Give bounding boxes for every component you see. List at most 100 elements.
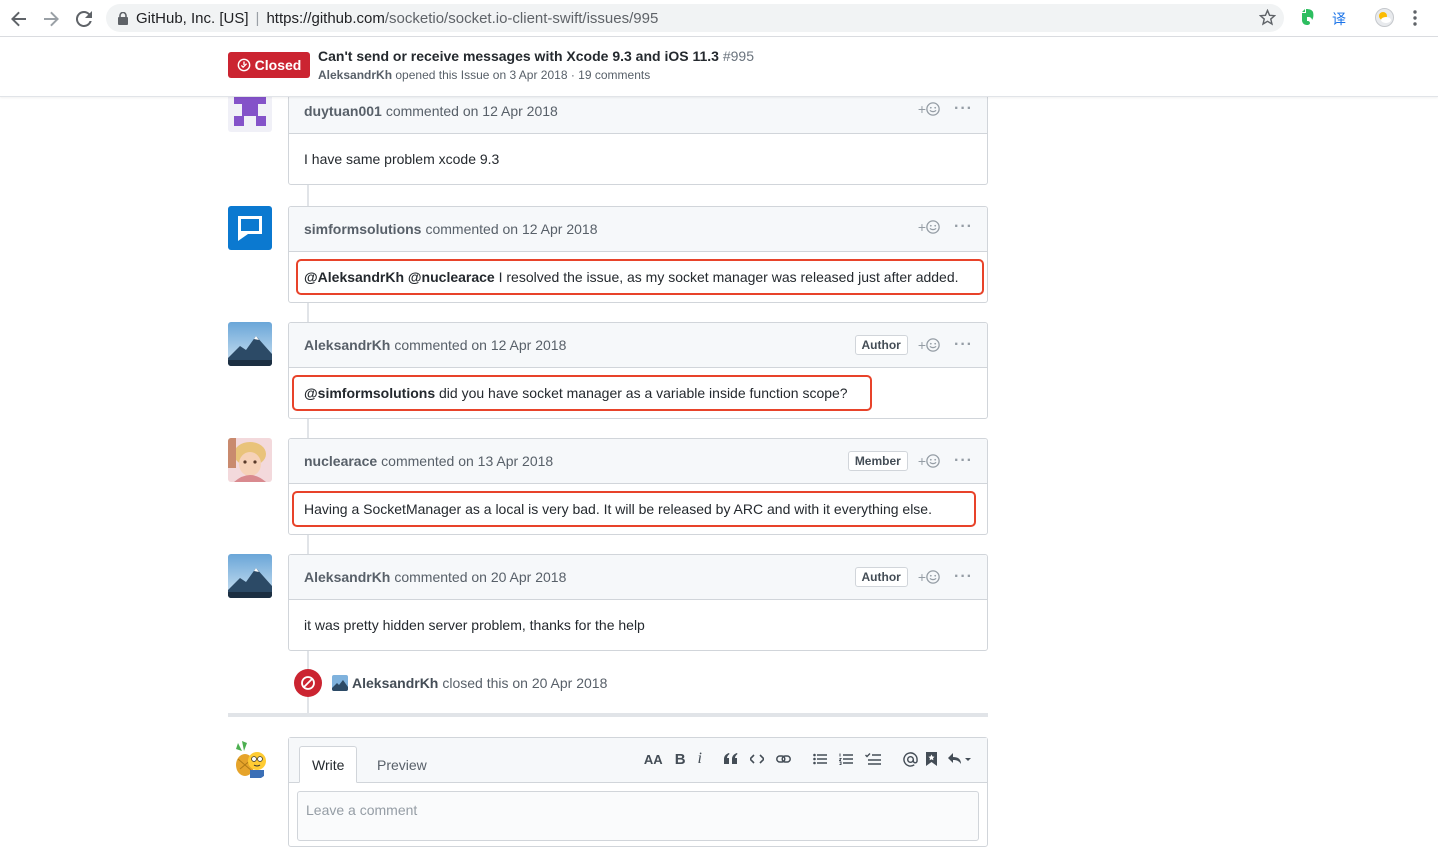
- site-identity: GitHub, Inc. [US]: [136, 9, 249, 27]
- bookmark-star-icon[interactable]: [1258, 8, 1277, 30]
- circle-slash-icon: [294, 669, 322, 697]
- avatar-aleksandrkh[interactable]: [228, 554, 272, 598]
- ordered-list-icon[interactable]: [839, 753, 853, 765]
- issue-sticky-header: Closed Can't send or receive messages wi…: [0, 37, 1438, 97]
- reload-icon: [76, 11, 92, 27]
- comment-header: AleksandrKh commented on 20 Apr 2018 Aut…: [289, 555, 987, 600]
- add-reaction-button[interactable]: +: [918, 219, 940, 235]
- browser-toolbar: GitHub, Inc. [US] | https://github.com/s…: [0, 0, 1438, 37]
- forward-button[interactable]: [38, 6, 64, 32]
- add-reaction-button[interactable]: +: [918, 101, 940, 117]
- issue-title-text: Can't send or receive messages with Xcod…: [318, 48, 719, 64]
- comment-author[interactable]: duytuan001: [304, 103, 382, 119]
- comment-header: simformsolutions commented on 12 Apr 201…: [289, 207, 987, 252]
- comment-mentions[interactable]: @simformsolutions: [304, 385, 435, 401]
- mention-icon[interactable]: [903, 751, 918, 767]
- comment-more-button[interactable]: ···: [954, 219, 973, 235]
- task-list-icon[interactable]: [865, 752, 881, 766]
- issue-meta-text: opened this Issue on 3 Apr 2018 · 19 com…: [395, 68, 651, 82]
- issue-state-badge: Closed: [228, 52, 310, 78]
- arrow-left-icon: [11, 11, 26, 27]
- comment-timestamp[interactable]: commented on 13 Apr 2018: [381, 453, 553, 469]
- author-role-label: Author: [854, 335, 908, 355]
- comment-author[interactable]: simformsolutions: [304, 221, 421, 237]
- comment-body: Having a SocketManager as a local is ver…: [289, 484, 987, 534]
- smiley-icon: [926, 338, 940, 352]
- bold-button[interactable]: B: [675, 751, 686, 768]
- issue-state-label: Closed: [254, 57, 302, 73]
- member-role-label: Member: [847, 451, 908, 471]
- reaction-plus: +: [917, 337, 927, 353]
- comment-text: I have same problem xcode 9.3: [304, 151, 500, 167]
- issue-meta: AleksandrKh opened this Issue on 3 Apr 2…: [318, 68, 650, 82]
- issue-author-link[interactable]: AleksandrKh: [318, 68, 392, 82]
- comment-timestamp[interactable]: commented on 20 Apr 2018: [394, 569, 566, 585]
- address-separator: |: [255, 9, 260, 27]
- address-bar[interactable]: GitHub, Inc. [US] | https://github.com/s…: [106, 4, 1284, 32]
- comment-4: nuclearace commented on 13 Apr 2018 Memb…: [288, 438, 988, 535]
- unordered-list-icon[interactable]: [813, 753, 827, 765]
- comment-header: nuclearace commented on 13 Apr 2018 Memb…: [289, 439, 987, 484]
- author-role-label: Author: [854, 567, 908, 587]
- comment-text: I resolved the issue, as my socket manag…: [494, 269, 959, 285]
- comment-more-button[interactable]: ···: [954, 337, 973, 353]
- comment-timestamp[interactable]: commented on 12 Apr 2018: [425, 221, 597, 237]
- comment-timestamp[interactable]: commented on 12 Apr 2018: [386, 103, 558, 119]
- avatar-simformsolutions[interactable]: [228, 206, 272, 250]
- add-reaction-button[interactable]: +: [918, 453, 940, 469]
- reaction-plus: +: [917, 453, 927, 469]
- comment-text: it was pretty hidden server problem, tha…: [304, 617, 645, 633]
- comment-timestamp[interactable]: commented on 12 Apr 2018: [394, 337, 566, 353]
- reaction-plus: +: [917, 101, 927, 117]
- weather-extension-icon[interactable]: [1375, 8, 1394, 30]
- back-button[interactable]: [6, 6, 32, 32]
- comment-2: simformsolutions commented on 12 Apr 201…: [288, 206, 988, 303]
- translate-extension-icon[interactable]: 译: [1332, 9, 1346, 29]
- reaction-plus: +: [917, 219, 927, 235]
- comment-more-button[interactable]: ···: [954, 569, 973, 585]
- smiley-icon: [926, 454, 940, 468]
- comment-more-button[interactable]: ···: [954, 453, 973, 469]
- current-user-avatar[interactable]: [228, 737, 272, 781]
- comment-5: AleksandrKh commented on 20 Apr 2018 Aut…: [288, 554, 988, 651]
- comment-author[interactable]: AleksandrKh: [304, 337, 390, 353]
- quote-icon[interactable]: [724, 753, 738, 765]
- closed-by-author[interactable]: AleksandrKh: [352, 675, 438, 691]
- bookmark-reference-icon[interactable]: [926, 752, 937, 766]
- link-icon[interactable]: [776, 753, 791, 765]
- comment-text: did you have socket manager as a variabl…: [435, 385, 848, 401]
- evernote-extension-icon[interactable]: [1298, 8, 1316, 29]
- smiley-icon: [926, 570, 940, 584]
- comment-author[interactable]: AleksandrKh: [304, 569, 390, 585]
- reload-button[interactable]: [71, 6, 97, 32]
- header-text-button[interactable]: AA: [644, 752, 663, 767]
- comment-mentions[interactable]: @AleksandrKh @nuclearace: [304, 269, 495, 285]
- code-icon[interactable]: [750, 754, 764, 764]
- url-path: /socketio/socket.io-client-swift/issues/…: [384, 9, 659, 27]
- issue-title: Can't send or receive messages with Xcod…: [318, 48, 754, 64]
- reaction-plus: +: [917, 569, 927, 585]
- browser-menu-icon[interactable]: [1413, 10, 1417, 29]
- italic-button[interactable]: i: [698, 750, 702, 768]
- smiley-icon: [926, 102, 940, 116]
- timeline-end-divider: [228, 713, 988, 717]
- saved-replies-icon[interactable]: [947, 752, 973, 766]
- closed-event: AleksandrKh closed this on 20 Apr 2018: [294, 668, 607, 698]
- tab-preview[interactable]: Preview: [365, 746, 439, 783]
- closed-event-text: closed this on 20 Apr 2018: [442, 675, 608, 691]
- comment-more-button[interactable]: ···: [954, 101, 973, 117]
- avatar-aleksandrkh[interactable]: [228, 322, 272, 366]
- smiley-icon: [926, 220, 940, 234]
- tab-write[interactable]: Write: [299, 746, 358, 783]
- mini-avatar[interactable]: [332, 675, 348, 691]
- markdown-toolbar: AA B i: [632, 750, 973, 768]
- comment-body: I have same problem xcode 9.3: [289, 134, 987, 184]
- arrow-right-icon: [44, 11, 59, 27]
- url-host: https://github.com: [266, 9, 385, 27]
- add-reaction-button[interactable]: +: [918, 569, 940, 585]
- issue-number: #995: [722, 48, 754, 64]
- avatar-nuclearace[interactable]: [228, 438, 272, 482]
- comment-author[interactable]: nuclearace: [304, 453, 377, 469]
- add-reaction-button[interactable]: +: [918, 337, 940, 353]
- lock-icon: [118, 11, 128, 25]
